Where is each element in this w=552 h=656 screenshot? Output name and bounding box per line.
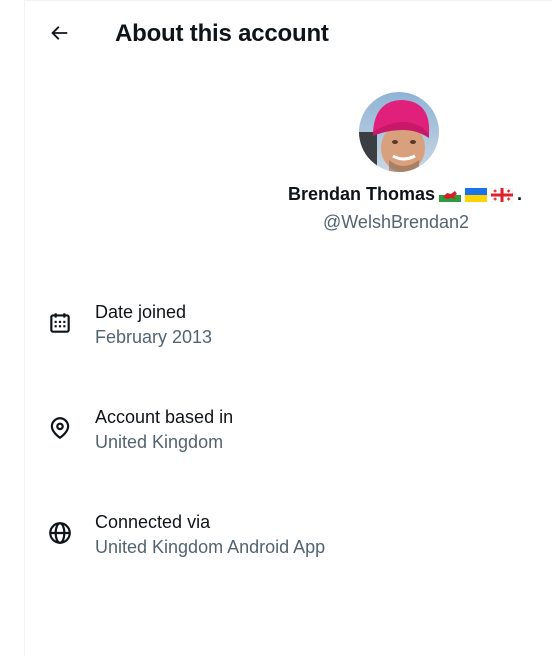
account-based-in-value: United Kingdom (95, 432, 224, 452)
date-joined-label: Date joined (95, 302, 187, 322)
wales-flag-icon (438, 187, 461, 202)
info-row-connected-via: Connected via United Kingdom Android App (25, 510, 552, 570)
calendar-icon (50, 313, 70, 333)
header: About this account (25, 0, 552, 68)
ukraine-flag-icon (464, 187, 487, 202)
display-name: Brendan Thomas . (288, 184, 522, 205)
display-name-text: Brendan Thomas (287, 184, 435, 204)
connected-via-label: Connected via (95, 512, 211, 532)
account-based-in-label: Account based in (95, 407, 234, 427)
globe-icon (49, 522, 71, 544)
connected-via-value: United Kingdom Android App (95, 537, 326, 557)
arrow-left-icon (51, 26, 68, 40)
avatar[interactable] (359, 92, 439, 172)
georgia-flag-icon (490, 187, 513, 202)
display-name-suffix: . (516, 184, 522, 204)
avatar-image (359, 92, 439, 172)
back-button[interactable] (41, 15, 77, 51)
left-rail (0, 0, 25, 656)
date-joined-value: February 2013 (95, 327, 213, 347)
username-handle: @WelshBrendan2 (323, 212, 470, 232)
info-row-account-based-in: Account based in United Kingdom (25, 405, 552, 465)
location-pin-icon (50, 417, 70, 440)
profile-section: Brendan Thomas . @WelshBrendan2 (25, 90, 552, 240)
info-row-date-joined: Date joined February 2013 (25, 300, 552, 360)
page-title: About this account (115, 20, 329, 47)
